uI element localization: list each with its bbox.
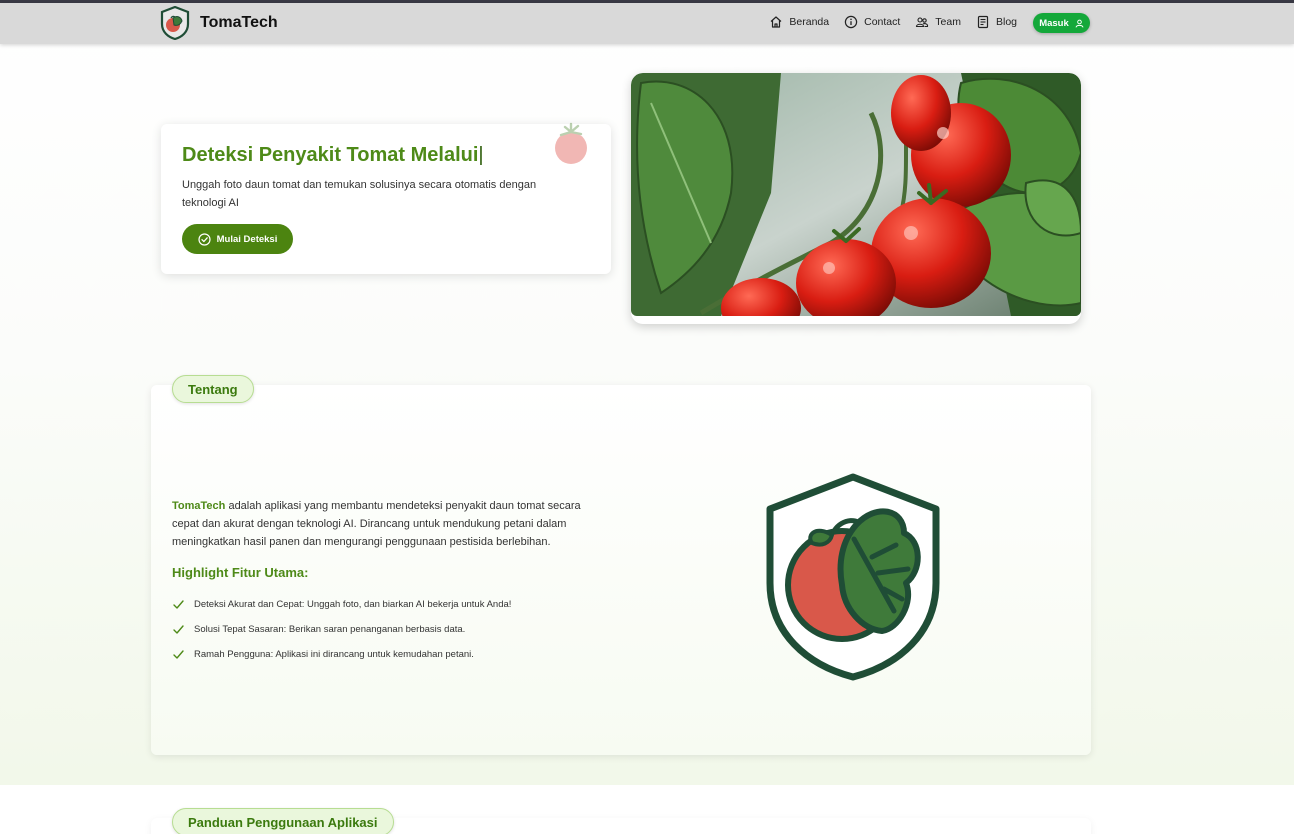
check-icon	[173, 600, 184, 609]
about-section: TomaTech adalah aplikasi yang membantu m…	[151, 385, 1091, 755]
check-icon	[173, 650, 184, 659]
nav-label: Contact	[864, 16, 901, 28]
brand-name: TomaTech	[200, 14, 278, 31]
navbar: TomaTech Beranda Contact Team Blog Masuk	[0, 3, 1294, 44]
tomato-plant-photo	[631, 73, 1081, 316]
feature-text: Deteksi Akurat dan Cepat: Unggah foto, d…	[194, 599, 512, 610]
nav-label: Blog	[995, 16, 1017, 28]
start-detection-label: Mulai Deteksi	[216, 233, 278, 245]
features-title: Highlight Fitur Utama:	[172, 565, 309, 580]
start-detection-button[interactable]: Mulai Deteksi	[182, 224, 293, 254]
hero-title: Deteksi Penyakit Tomat Melalui|	[182, 144, 484, 167]
about-description: TomaTech adalah aplikasi yang membantu m…	[172, 497, 592, 551]
tomatech-logo-icon	[160, 6, 190, 40]
check-icon	[173, 625, 184, 634]
nav-item-team[interactable]: Team	[915, 15, 961, 29]
brand[interactable]: TomaTech	[160, 6, 278, 40]
about-brand-highlight: TomaTech	[172, 500, 226, 512]
check-circle-icon	[198, 232, 211, 246]
hero-title-text: Deteksi Penyakit Tomat Melalui	[182, 144, 479, 166]
feature-text: Ramah Pengguna: Aplikasi ini dirancang u…	[194, 649, 474, 660]
nav-item-contact[interactable]: Contact	[844, 15, 900, 29]
guide-pill: Panduan Penggunaan Aplikasi	[172, 808, 394, 834]
info-icon	[844, 15, 858, 29]
feature-item: Solusi Tepat Sasaran: Berikan saran pena…	[172, 617, 511, 642]
tomato-decoration-icon	[555, 122, 587, 164]
nav-links: Beranda Contact Team Blog	[754, 15, 1017, 29]
login-label: Masuk	[1039, 17, 1069, 29]
nav-item-blog[interactable]: Blog	[976, 15, 1017, 29]
nav-label: Beranda	[789, 16, 830, 28]
about-pill: Tentang	[172, 375, 254, 403]
features-list: Deteksi Akurat dan Cepat: Unggah foto, d…	[172, 592, 511, 667]
login-button[interactable]: Masuk	[1033, 13, 1090, 33]
typing-cursor: |	[478, 144, 484, 166]
home-icon	[771, 16, 782, 28]
hero-card: Deteksi Penyakit Tomat Melalui| Unggah f…	[161, 122, 611, 274]
user-icon	[1075, 19, 1084, 28]
about-text: adalah aplikasi yang membantu mendeteksi…	[172, 500, 581, 548]
nav-item-beranda[interactable]: Beranda	[769, 15, 829, 29]
hero-image	[631, 73, 1081, 324]
feature-text: Solusi Tepat Sasaran: Berikan saran pena…	[194, 624, 466, 635]
feature-item: Ramah Pengguna: Aplikasi ini dirancang u…	[172, 642, 511, 667]
tomatech-shield-logo-icon	[766, 473, 940, 681]
nav-label: Team	[935, 16, 961, 28]
hero-description: Unggah foto daun tomat dan temukan solus…	[182, 179, 537, 209]
feature-item: Deteksi Akurat dan Cepat: Unggah foto, d…	[172, 592, 511, 617]
team-icon	[916, 17, 929, 28]
blog-icon	[977, 15, 989, 29]
